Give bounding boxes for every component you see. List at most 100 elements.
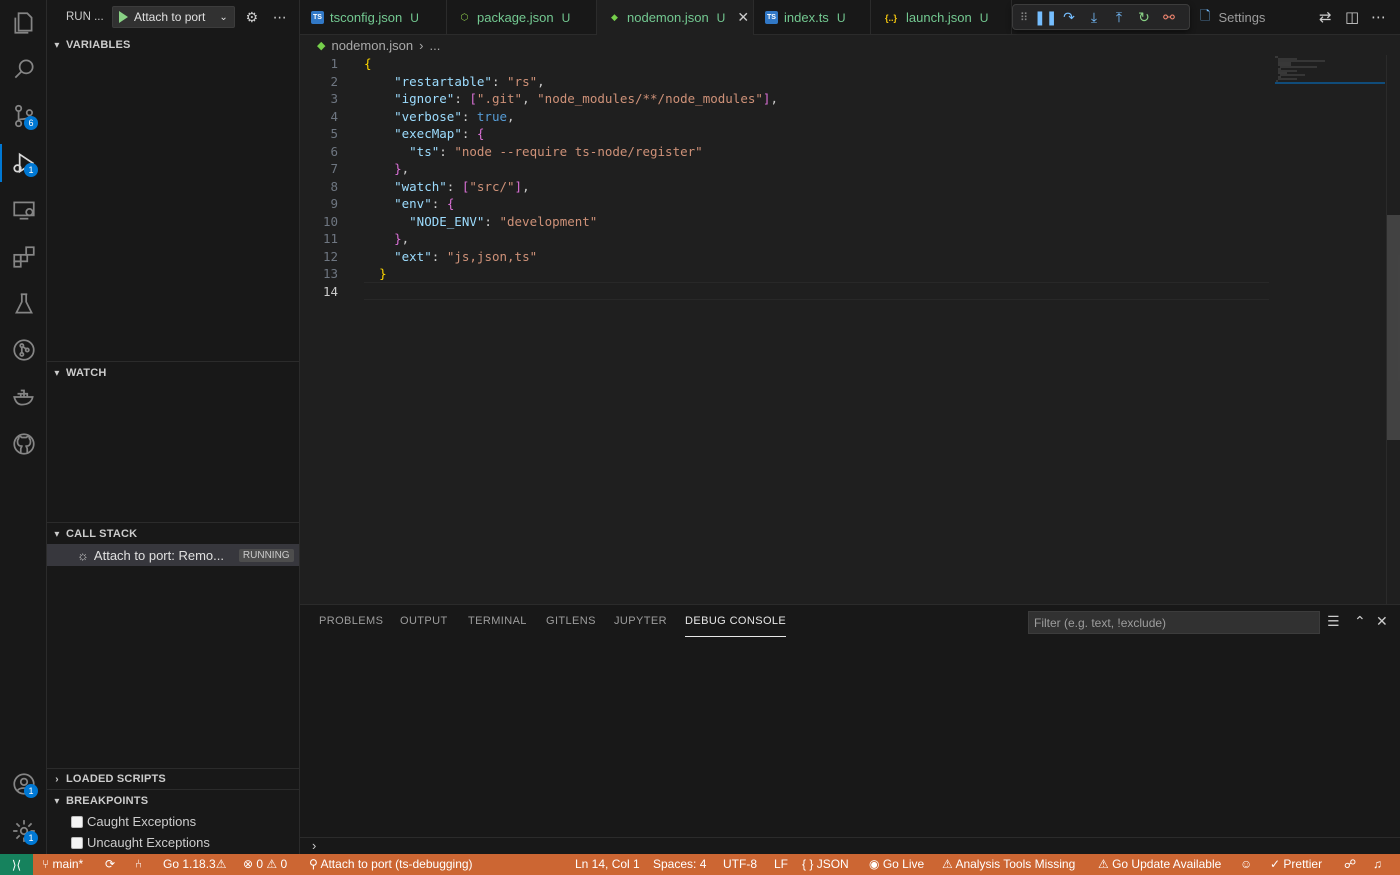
copilot-icon[interactable]: ☺ bbox=[1240, 854, 1252, 875]
git-graph-icon[interactable]: ⑃ bbox=[135, 854, 142, 875]
search-icon[interactable] bbox=[0, 46, 47, 92]
tab-output[interactable]: OUTPUT bbox=[400, 615, 448, 637]
language-mode[interactable]: { } JSON bbox=[802, 854, 849, 875]
tab-debug-console[interactable]: DEBUG CONSOLE bbox=[685, 615, 787, 637]
untracked-status: U bbox=[836, 10, 846, 25]
run-header: RUN ... Attach to port ⌄ ⚙ ⋯ bbox=[47, 0, 299, 34]
feedback-icon[interactable]: ☍ bbox=[1344, 854, 1356, 875]
editor-scrollbar-thumb[interactable] bbox=[1387, 215, 1400, 440]
breadcrumb-rest[interactable]: ... bbox=[429, 38, 440, 53]
git-branch[interactable]: ⑂ main* bbox=[42, 854, 83, 875]
extensions-icon[interactable] bbox=[0, 234, 47, 280]
tab-gitlens[interactable]: GITLENS bbox=[546, 615, 596, 637]
disconnect-icon[interactable]: ⚯ bbox=[1159, 9, 1179, 26]
loaded-scripts-title: LOADED SCRIPTS bbox=[66, 773, 166, 785]
breakpoint-label: Caught Exceptions bbox=[87, 814, 197, 829]
code-editor[interactable]: 1 2 3 4 5 6 7 8 9 10 11 12 13 14 { "rest… bbox=[300, 55, 1400, 604]
start-debugging-icon[interactable] bbox=[119, 11, 128, 23]
line-number: 9 bbox=[330, 196, 338, 211]
docker-icon[interactable] bbox=[0, 374, 47, 420]
tab-terminal[interactable]: TERMINAL bbox=[468, 615, 527, 637]
source-control-badge: 6 bbox=[24, 116, 38, 130]
go-version[interactable]: Go 1.18.3⚠ bbox=[163, 854, 226, 875]
line-number: 10 bbox=[322, 213, 338, 229]
step-into-icon[interactable]: ⤓ bbox=[1084, 9, 1104, 26]
tab-label: index.ts bbox=[784, 10, 829, 25]
line-number: 6 bbox=[330, 143, 338, 159]
analysis-tools[interactable]: ⚠ Analysis Tools Missing bbox=[942, 854, 1075, 875]
encoding[interactable]: UTF-8 bbox=[723, 854, 757, 875]
testing-icon[interactable] bbox=[0, 281, 47, 327]
run-title: RUN ... bbox=[66, 11, 104, 23]
tab-problems[interactable]: PROBLEMS bbox=[319, 615, 383, 637]
line-number: 2 bbox=[330, 73, 338, 89]
chevron-right-icon: › bbox=[312, 838, 317, 853]
clear-console-icon[interactable]: ☰ bbox=[1327, 613, 1340, 630]
manage-gear-icon[interactable]: 1 bbox=[0, 808, 47, 854]
checkbox[interactable] bbox=[71, 815, 83, 828]
chevron-down-icon: ▾ bbox=[54, 367, 60, 379]
end-of-line[interactable]: LF bbox=[774, 854, 788, 875]
restart-icon[interactable]: ↻ bbox=[1134, 9, 1154, 26]
source-control-icon[interactable]: 6 bbox=[0, 93, 47, 139]
breakpoint-uncaught-exceptions[interactable]: Uncaught Exceptions bbox=[71, 832, 210, 853]
tab-launch-json[interactable]: {..} launch.json U bbox=[871, 0, 1012, 35]
tab-label: tsconfig.json bbox=[330, 10, 403, 25]
tab-package-json[interactable]: ⬡ package.json U bbox=[447, 0, 597, 35]
gear-icon[interactable]: ⚙ bbox=[241, 9, 263, 26]
maximize-panel-icon[interactable]: ⌃ bbox=[1354, 613, 1366, 630]
go-live-label: Go Live bbox=[882, 857, 925, 871]
more-actions-icon[interactable]: ⋯ bbox=[1371, 8, 1386, 26]
close-icon[interactable]: ✕ bbox=[737, 9, 749, 26]
debug-session-icon: ☼ bbox=[77, 547, 89, 563]
problems-indicator[interactable]: ⊗ 0 ⚠ 0 bbox=[243, 854, 287, 875]
tab-settings[interactable]: 🗋 Settings bbox=[1190, 0, 1305, 35]
split-editor-icon[interactable]: ◫ bbox=[1345, 8, 1359, 26]
close-panel-icon[interactable]: ✕ bbox=[1376, 613, 1388, 630]
checkbox[interactable] bbox=[71, 836, 83, 849]
file-icon: 🗋 bbox=[1200, 7, 1211, 23]
debug-session-status[interactable]: ⚲ Attach to port (ts-debugging) bbox=[309, 854, 473, 875]
compare-changes-icon[interactable]: ⇄ bbox=[1319, 8, 1332, 26]
drag-handle-icon[interactable]: ⠿ bbox=[1019, 11, 1029, 24]
debug-session-label: Attach to port (ts-debugging) bbox=[320, 857, 473, 871]
step-over-icon[interactable]: ↷ bbox=[1059, 9, 1079, 26]
watch-section-header[interactable]: ▾ WATCH bbox=[47, 362, 300, 384]
sync-icon[interactable]: ⟳ bbox=[105, 854, 115, 875]
breakpoint-caught-exceptions[interactable]: Caught Exceptions bbox=[71, 811, 196, 832]
remote-indicator-icon[interactable]: ⟩⟨ bbox=[0, 854, 33, 875]
line-number: 12 bbox=[322, 248, 338, 264]
minimap[interactable] bbox=[1275, 55, 1385, 85]
tab-tsconfig[interactable]: TS tsconfig.json U bbox=[300, 0, 447, 35]
debug-console-filter-input[interactable]: Filter (e.g. text, !exclude) bbox=[1028, 611, 1320, 634]
loaded-scripts-section-header[interactable]: › LOADED SCRIPTS bbox=[47, 768, 300, 790]
tab-index-ts[interactable]: TS index.ts U bbox=[754, 0, 871, 35]
chevron-down-icon: ⌄ bbox=[219, 11, 228, 23]
call-stack-section-header[interactable]: ▾ CALL STACK bbox=[47, 523, 300, 545]
indentation[interactable]: Spaces: 4 bbox=[653, 854, 706, 875]
tab-nodemon-json[interactable]: ◆ nodemon.json U ✕ bbox=[597, 0, 754, 35]
go-update[interactable]: ⚠ Go Update Available bbox=[1098, 854, 1221, 875]
go-live[interactable]: ◉ Go Live bbox=[869, 854, 924, 875]
gitlens-icon[interactable] bbox=[0, 327, 47, 373]
prettier[interactable]: ✓ Prettier bbox=[1270, 854, 1322, 875]
code-line: "ts": "node --require ts-node/register" bbox=[409, 143, 703, 159]
accounts-icon[interactable]: 1 bbox=[0, 761, 47, 807]
github-icon[interactable] bbox=[0, 421, 47, 467]
breadcrumb-file[interactable]: nodemon.json bbox=[331, 38, 413, 53]
pause-icon[interactable]: ❚❚ bbox=[1034, 9, 1057, 26]
variables-section-header[interactable]: ▾ VARIABLES bbox=[47, 34, 300, 56]
tab-jupyter[interactable]: JUPYTER bbox=[614, 615, 667, 637]
cursor-position[interactable]: Ln 14, Col 1 bbox=[575, 854, 640, 875]
debug-config-select[interactable]: Attach to port ⌄ bbox=[112, 6, 235, 28]
call-stack-session[interactable]: ☼ Attach to port: Remo... RUNNING bbox=[47, 544, 299, 566]
debug-console-input[interactable]: › bbox=[300, 837, 1400, 855]
remote-explorer-icon[interactable] bbox=[0, 187, 47, 233]
breakpoints-section-header[interactable]: ▾ BREAKPOINTS bbox=[47, 790, 300, 812]
explorer-icon[interactable] bbox=[0, 0, 47, 46]
run-debug-icon[interactable]: 1 bbox=[0, 140, 47, 186]
more-actions-icon[interactable]: ⋯ bbox=[269, 9, 291, 26]
notifications-bell-icon[interactable]: ♫ bbox=[1373, 854, 1382, 875]
go-update-label: Go Update Available bbox=[1112, 857, 1222, 871]
step-out-icon[interactable]: ⤒ bbox=[1109, 9, 1129, 26]
